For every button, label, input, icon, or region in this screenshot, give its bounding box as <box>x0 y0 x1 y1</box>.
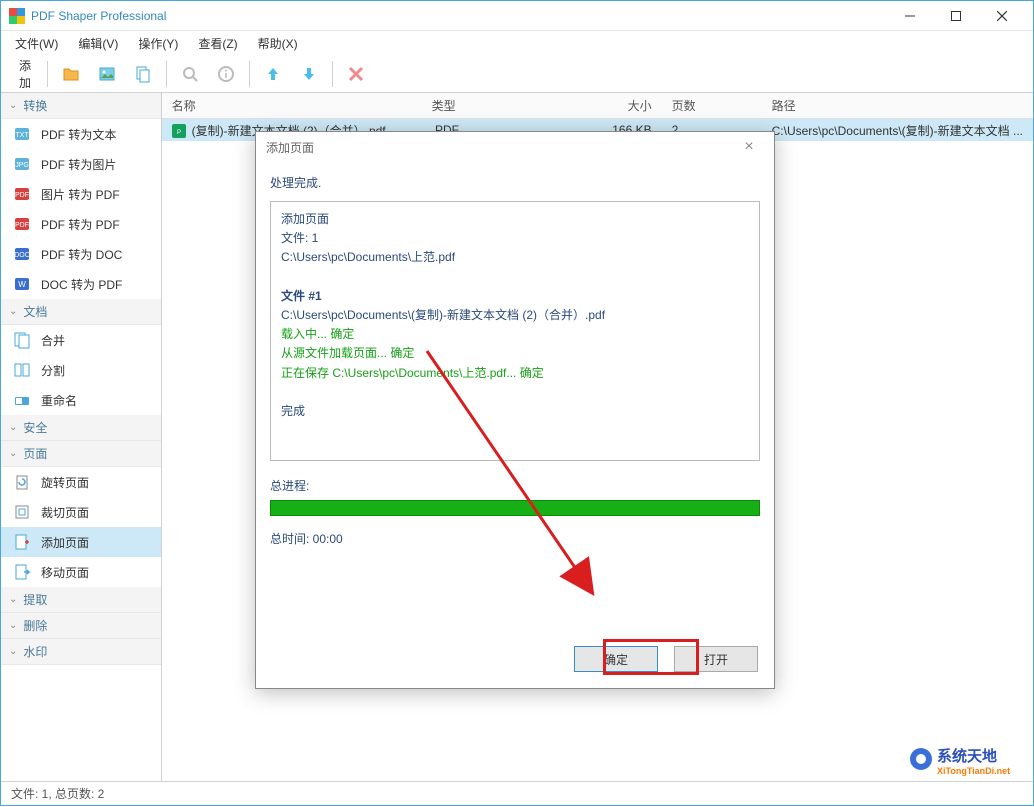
menu-help[interactable]: 帮助(X) <box>250 32 306 55</box>
svg-text:JPG: JPG <box>15 162 29 169</box>
txt-icon: TXT <box>13 125 31 143</box>
nav-pdf-to-doc[interactable]: DOCPDF 转为 DOC <box>1 239 161 269</box>
status-text: 文件: 1, 总页数: 2 <box>11 785 104 802</box>
svg-text:W: W <box>18 280 26 289</box>
nav-merge[interactable]: 合并 <box>1 325 161 355</box>
image-button[interactable] <box>90 58 124 90</box>
crop-icon <box>13 503 31 521</box>
pdf-file-icon: P <box>172 124 186 138</box>
category-document[interactable]: ⌄文档 <box>1 299 161 325</box>
info-button[interactable] <box>209 58 243 90</box>
nav-move-pages[interactable]: 移动页面 <box>1 557 161 587</box>
dialog-close-button[interactable]: × <box>734 138 764 156</box>
pdf-icon: PDF <box>13 185 31 203</box>
file-path: C:\Users\pc\Documents\(复制)-新建文本文档 ... <box>762 122 1033 139</box>
menu-action[interactable]: 操作(Y) <box>130 32 186 55</box>
dialog-titlebar: 添加页面 × <box>256 132 774 162</box>
chevron-down-icon: ⌄ <box>9 422 17 433</box>
minimize-button[interactable] <box>887 1 933 31</box>
down-button[interactable] <box>292 58 326 90</box>
sidebar: ⌄转换 TXTPDF 转为文本 JPGPDF 转为图片 PDF图片 转为 PDF… <box>1 93 162 781</box>
col-pages[interactable]: 页数 <box>662 97 762 114</box>
list-header: 名称 类型 大小 页数 路径 <box>162 93 1033 119</box>
menu-edit[interactable]: 编辑(V) <box>70 32 126 55</box>
dialog-title: 添加页面 <box>266 139 314 156</box>
category-pages[interactable]: ⌄页面 <box>1 441 161 467</box>
dialog-log[interactable]: 添加页面 文件: 1 C:\Users\pc\Documents\上范.pdf … <box>270 201 760 461</box>
nav-split[interactable]: 分割 <box>1 355 161 385</box>
nav-pdf-to-image[interactable]: JPGPDF 转为图片 <box>1 149 161 179</box>
time-label: 总时间: 00:00 <box>270 530 760 547</box>
svg-text:P: P <box>177 130 181 136</box>
col-size[interactable]: 大小 <box>562 97 662 114</box>
chevron-down-icon: ⌄ <box>9 594 17 605</box>
chevron-down-icon: ⌄ <box>9 448 17 459</box>
split-icon <box>13 361 31 379</box>
svg-text:PDF: PDF <box>15 222 29 229</box>
svg-text:系统天地: 系统天地 <box>937 747 997 765</box>
svg-text:DOC: DOC <box>14 252 30 259</box>
search-button[interactable] <box>173 58 207 90</box>
app-icon <box>9 8 25 24</box>
statusbar: 文件: 1, 总页数: 2 <box>1 781 1033 805</box>
nav-pdf-to-text[interactable]: TXTPDF 转为文本 <box>1 119 161 149</box>
copy-button[interactable] <box>126 58 160 90</box>
category-security[interactable]: ⌄安全 <box>1 415 161 441</box>
watermark: 系统天地 XiTongTianDi.net <box>907 741 1027 779</box>
category-extract[interactable]: ⌄提取 <box>1 587 161 613</box>
svg-text:XiTongTianDi.net: XiTongTianDi.net <box>937 766 1010 776</box>
dialog-status: 处理完成. <box>270 174 760 191</box>
menu-file[interactable]: 文件(W) <box>7 32 66 55</box>
up-button[interactable] <box>256 58 290 90</box>
add-button[interactable]: 添加 <box>7 58 41 90</box>
svg-text:PDF: PDF <box>15 192 29 199</box>
delete-button[interactable] <box>339 58 373 90</box>
pdf-icon: PDF <box>13 215 31 233</box>
svg-text:TXT: TXT <box>15 132 29 139</box>
chevron-down-icon: ⌄ <box>9 100 17 111</box>
titlebar: PDF Shaper Professional <box>1 1 1033 31</box>
close-button[interactable] <box>979 1 1025 31</box>
nav-doc-to-pdf[interactable]: WDOC 转为 PDF <box>1 269 161 299</box>
nav-add-pages[interactable]: 添加页面 <box>1 527 161 557</box>
nav-crop-pages[interactable]: 裁切页面 <box>1 497 161 527</box>
jpg-icon: JPG <box>13 155 31 173</box>
category-watermark[interactable]: ⌄水印 <box>1 639 161 665</box>
col-path[interactable]: 路径 <box>762 97 1033 114</box>
add-button-label: 添加 <box>19 57 31 91</box>
menubar: 文件(W) 编辑(V) 操作(Y) 查看(Z) 帮助(X) <box>1 31 1033 55</box>
addpage-icon <box>13 533 31 551</box>
nav-pdf-to-pdf[interactable]: PDFPDF 转为 PDF <box>1 209 161 239</box>
chevron-down-icon: ⌄ <box>9 646 17 657</box>
nav-image-to-pdf[interactable]: PDF图片 转为 PDF <box>1 179 161 209</box>
chevron-down-icon: ⌄ <box>9 306 17 317</box>
word-icon: W <box>13 275 31 293</box>
category-convert[interactable]: ⌄转换 <box>1 93 161 119</box>
chevron-down-icon: ⌄ <box>9 620 17 631</box>
doc-icon: DOC <box>13 245 31 263</box>
merge-icon <box>13 331 31 349</box>
menu-view[interactable]: 查看(Z) <box>190 32 245 55</box>
rotate-icon <box>13 473 31 491</box>
toolbar: 添加 <box>1 55 1033 93</box>
nav-rotate-pages[interactable]: 旋转页面 <box>1 467 161 497</box>
progress-dialog: 添加页面 × 处理完成. 添加页面 文件: 1 C:\Users\pc\Docu… <box>255 131 775 689</box>
progress-bar <box>270 500 760 516</box>
col-type[interactable]: 类型 <box>422 97 562 114</box>
maximize-button[interactable] <box>933 1 979 31</box>
category-delete[interactable]: ⌄删除 <box>1 613 161 639</box>
rename-icon <box>13 391 31 409</box>
annotation-highlight <box>603 639 699 675</box>
progress-label: 总进程: <box>270 477 760 494</box>
nav-rename[interactable]: 重命名 <box>1 385 161 415</box>
folder-button[interactable] <box>54 58 88 90</box>
col-name[interactable]: 名称 <box>162 97 422 114</box>
app-title: PDF Shaper Professional <box>31 9 887 23</box>
movepage-icon <box>13 563 31 581</box>
